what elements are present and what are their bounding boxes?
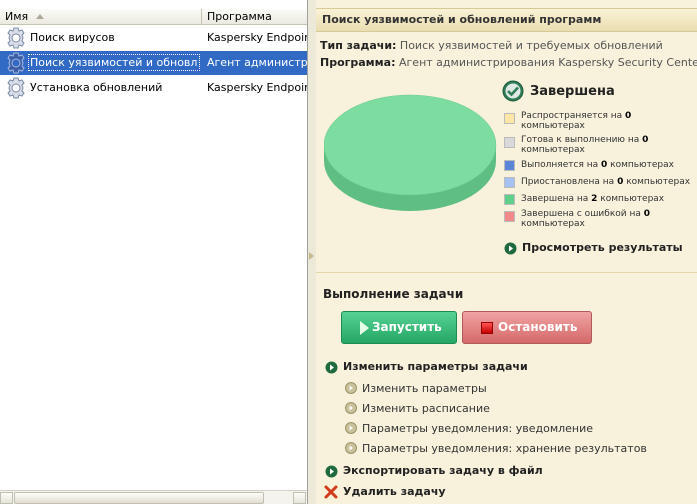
legend-count: 0 [601,160,608,170]
play-circle-icon [325,361,338,374]
task-row[interactable]: Установка обновлений Kaspersky Endpoint … [0,76,307,100]
task-name: Поиск уязвимостей и обновлений программ [28,54,200,71]
details-title: Поиск уязвимостей и обновлений программ [316,8,697,32]
legend-swatch [504,113,515,124]
legend-text: компьютерах [626,177,691,187]
legend-swatch [504,137,515,148]
pane-splitter[interactable] [308,0,316,504]
change-schedule-link[interactable]: Изменить расписание [362,402,490,415]
program-label: Программа: [320,56,396,69]
bullet-icon [345,422,357,434]
legend-text: компьютерах [521,121,585,131]
collapse-arrow-icon[interactable] [309,252,314,260]
legend-text: Распространяется на [521,111,623,121]
gear-task-icon [7,77,25,99]
column-header-name-label: Имя [5,10,29,23]
legend-text: компьютерах [521,145,585,155]
legend-text: компьютерах [600,194,665,204]
start-button-label: Запустить [372,320,442,334]
task-type-value: Поиск уязвимостей и требуемых обновлений [399,39,663,52]
scroll-left-button[interactable] [0,492,13,504]
play-circle-icon [325,465,338,478]
sort-ascending-icon [36,14,44,19]
task-program: Агент администрирования [207,56,307,69]
export-task-label[interactable]: Экспортировать задачу в файл [343,464,543,477]
program-line: Программа: Агент администрирования Kaspe… [320,56,697,69]
legend-count: 0 [617,177,624,187]
delete-task-label[interactable]: Удалить задачу [343,485,446,498]
legend-text: Приостановлена на [521,177,615,187]
legend-text: Завершена на [521,194,589,204]
bullet-icon [345,402,357,414]
legend-swatch [504,194,515,205]
status-pie-chart [324,94,497,211]
view-results-label[interactable]: Просмотреть результаты [522,241,683,254]
task-details-pane: Поиск уязвимостей и обновлений программ … [316,0,697,504]
legend-swatch [504,160,515,171]
bullet-icon [345,442,357,454]
legend-text: компьютерах [521,219,585,229]
change-params-link[interactable]: Изменить параметры [362,382,487,395]
legend-swatch [504,177,515,188]
task-type-line: Тип задачи: Поиск уязвимостей и требуемы… [320,39,663,52]
column-header-program-label: Программа [207,10,272,23]
completed-check-icon [502,80,524,102]
legend-swatch [504,211,515,222]
task-program: Kaspersky Endpoint Security [207,81,307,94]
task-status: Завершена [530,84,615,99]
gear-task-icon [7,52,25,74]
execution-section-title: Выполнение задачи [323,287,464,301]
legend-count: 0 [642,135,649,145]
task-row[interactable]: Поиск вирусов Kaspersky Endpoint Securit… [0,26,307,50]
column-header-name[interactable]: Имя [0,9,202,25]
notification-settings-link[interactable]: Параметры уведомления: уведомление [362,422,593,435]
gear-task-icon [7,27,25,49]
column-header-program[interactable]: Программа [202,9,307,25]
play-circle-icon [504,242,517,255]
scrollbar-thumb[interactable] [14,492,264,504]
horizontal-scrollbar[interactable] [0,490,307,504]
legend-count: 2 [591,194,598,204]
program-value: Агент администрирования Kaspersky Securi… [399,56,697,69]
task-list-pane: Имя Программа Поиск вирусов Kaspersky En… [0,0,308,504]
legend-text: компьютерах [610,160,674,170]
bullet-icon [345,382,357,394]
legend-count: 0 [643,209,651,219]
section-divider [316,272,697,273]
stop-button-label: Остановить [498,320,578,334]
legend-count: 0 [625,111,632,121]
stop-task-button[interactable]: Остановить [462,311,592,344]
result-storage-settings-link[interactable]: Параметры уведомления: хранение результа… [362,442,647,455]
legend-text: Готова к выполнению на [521,135,640,145]
stop-icon [481,322,493,334]
task-name: Поиск вирусов [30,31,115,44]
change-task-params-label[interactable]: Изменить параметры задачи [343,360,528,373]
legend-text: Завершена с ошибкой на [521,209,641,219]
play-icon [360,321,369,335]
scroll-right-button[interactable] [293,492,306,504]
task-program: Kaspersky Endpoint Security [207,31,307,44]
legend-text: Выполняется на [521,160,599,170]
pie-slice-completed [324,94,497,196]
task-row-selected[interactable]: Поиск уязвимостей и обновлений программ … [0,51,307,75]
task-type-label: Тип задачи: [320,39,397,52]
task-name: Установка обновлений [30,81,163,94]
delete-x-icon [324,485,338,499]
start-task-button[interactable]: Запустить [341,311,457,344]
